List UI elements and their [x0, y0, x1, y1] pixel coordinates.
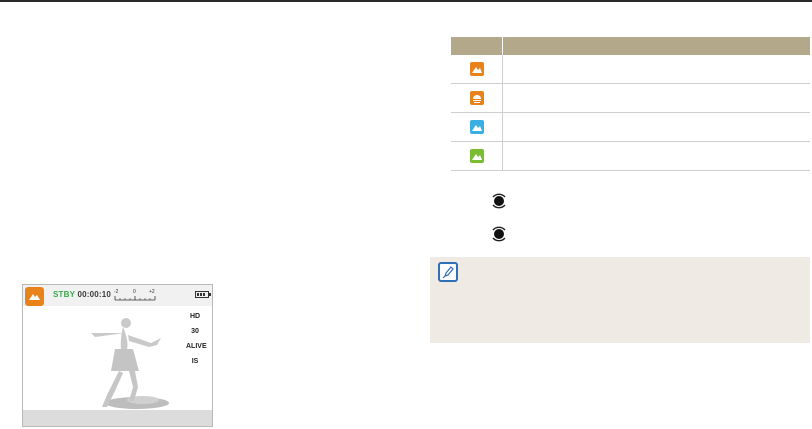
clear-sky-icon	[469, 119, 484, 134]
table-header-description-column	[502, 37, 810, 55]
dancer-figure-image	[91, 318, 169, 409]
voice-alive-icon: ALIVE	[186, 343, 207, 350]
table-row	[451, 83, 810, 113]
landscape-icon	[469, 61, 484, 76]
standby-label: STBY	[53, 290, 75, 299]
smart-scene-landscape-icon	[25, 287, 44, 306]
note-box	[430, 257, 810, 343]
ev-minus-label: -2	[114, 289, 119, 295]
exposure-scale: -2 0 +2	[113, 288, 159, 302]
table-row	[451, 112, 810, 142]
shutter-button-icon	[492, 193, 506, 209]
table-cell-icon	[451, 55, 503, 84]
preview-side-icons: HD 30 ALIVE IS	[186, 313, 207, 373]
table-row	[451, 55, 810, 84]
record-status: STBY 00:00:10	[53, 290, 111, 299]
frame-rate-icon: 30	[191, 328, 199, 335]
table-cell-icon	[451, 141, 503, 171]
scene-mode-table	[451, 37, 810, 171]
table-cell-description	[502, 55, 810, 84]
hd-resolution-icon: HD	[189, 313, 201, 320]
stabilization-icon: IS	[191, 358, 199, 365]
table-cell-description	[502, 112, 810, 142]
top-rule	[0, 0, 812, 2]
table-cell-icon	[451, 112, 503, 142]
note-pencil-icon	[438, 262, 458, 282]
shutter-button-icon	[492, 226, 506, 242]
table-header-icon-column	[451, 37, 503, 55]
ev-plus-label: +2	[149, 289, 155, 295]
table-cell-description	[502, 141, 810, 171]
forest-icon	[469, 148, 484, 163]
record-time: 00:00:10	[77, 290, 112, 299]
battery-icon	[195, 291, 211, 298]
sunset-icon	[469, 90, 484, 105]
table-header-row	[451, 37, 810, 55]
preview-bottom-bar	[23, 410, 212, 426]
table-row	[451, 141, 810, 171]
camera-preview-screen: STBY 00:00:10 -2 0 +2 HD 30 ALIVE IS	[22, 284, 213, 427]
ev-zero-label: 0	[133, 289, 136, 295]
table-cell-icon	[451, 83, 503, 113]
table-cell-description	[502, 83, 810, 113]
